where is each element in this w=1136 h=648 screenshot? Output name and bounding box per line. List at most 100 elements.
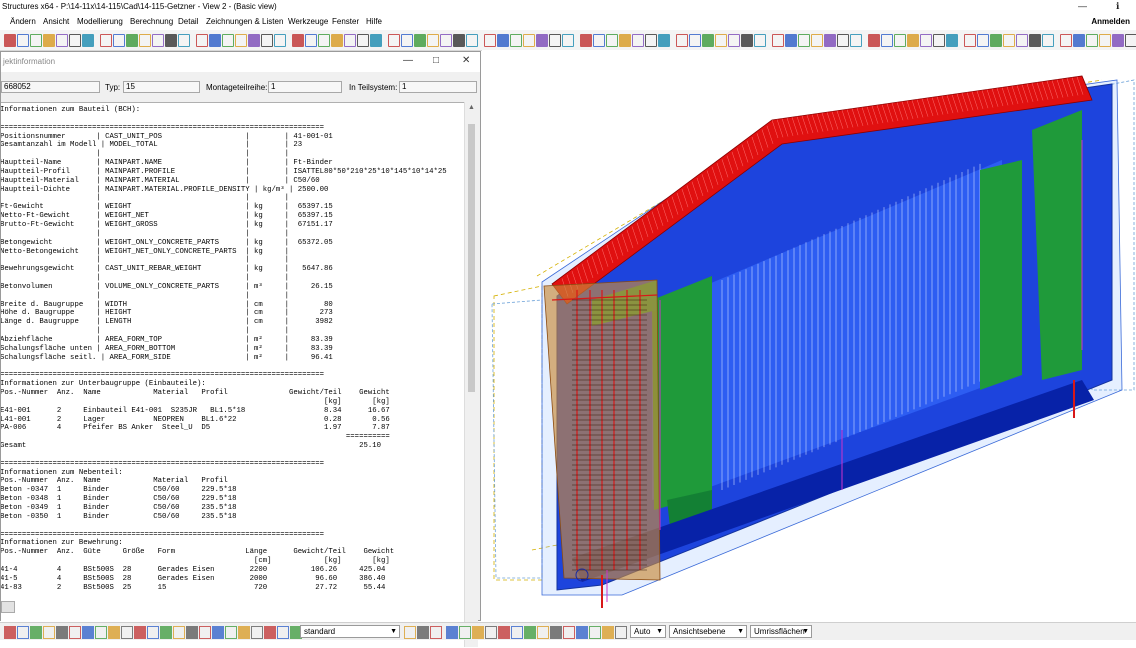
model-view-canvas[interactable]: [482, 50, 1136, 622]
toolbar-tool-icon[interactable]: [741, 34, 753, 47]
toolbar-tool-icon[interactable]: [946, 34, 958, 47]
toolbar-tool-icon[interactable]: [305, 34, 317, 47]
toolbar-tool-icon[interactable]: [1099, 34, 1111, 47]
toolbar-tool-icon[interactable]: [69, 34, 81, 47]
toolbar-tool-icon[interactable]: [1125, 34, 1136, 47]
toolbar-tool-icon[interactable]: [676, 34, 688, 47]
toolbar-tool-icon[interactable]: [536, 34, 548, 47]
status-tool-icon[interactable]: [417, 626, 429, 639]
toolbar-tool-icon[interactable]: [165, 34, 177, 47]
status-tool-icon[interactable]: [472, 626, 484, 639]
status-tool-icon[interactable]: [160, 626, 172, 639]
toolbar-tool-icon[interactable]: [1003, 34, 1015, 47]
menu-ansicht[interactable]: Ansicht: [43, 17, 69, 26]
toolbar-tool-icon[interactable]: [754, 34, 766, 47]
menu-aendern[interactable]: Ändern: [10, 17, 36, 26]
toolbar-tool-icon[interactable]: [43, 34, 55, 47]
status-tool-icon[interactable]: [121, 626, 133, 639]
status-tool-icon[interactable]: [199, 626, 211, 639]
toolbar-tool-icon[interactable]: [401, 34, 413, 47]
toolbar-tool-icon[interactable]: [453, 34, 465, 47]
scroll-thumb[interactable]: [468, 124, 475, 392]
status-tool-icon[interactable]: [4, 626, 16, 639]
signin-link[interactable]: Anmelden: [1091, 17, 1130, 26]
status-tool-icon[interactable]: [212, 626, 224, 639]
toolbar-tool-icon[interactable]: [645, 34, 657, 47]
minimize-icon[interactable]: —: [1078, 1, 1087, 11]
toolbar-tool-icon[interactable]: [344, 34, 356, 47]
toolbar-tool-icon[interactable]: [56, 34, 68, 47]
status-tool-icon[interactable]: [17, 626, 29, 639]
typ-field[interactable]: 15: [123, 81, 200, 93]
toolbar-tool-icon[interactable]: [1016, 34, 1028, 47]
toolbar-tool-icon[interactable]: [414, 34, 426, 47]
toolbar-tool-icon[interactable]: [772, 34, 784, 47]
status-tool-icon[interactable]: [404, 626, 416, 639]
status-tool-icon[interactable]: [238, 626, 250, 639]
toolbar-tool-icon[interactable]: [977, 34, 989, 47]
scroll-up-icon[interactable]: ▲: [468, 104, 475, 111]
toolbar-tool-icon[interactable]: [824, 34, 836, 47]
toolbar-tool-icon[interactable]: [606, 34, 618, 47]
toolbar-tool-icon[interactable]: [785, 34, 797, 47]
menu-hilfe[interactable]: Hilfe: [366, 17, 382, 26]
toolbar-tool-icon[interactable]: [440, 34, 452, 47]
status-tool-icon[interactable]: [108, 626, 120, 639]
status-tool-icon[interactable]: [43, 626, 55, 639]
dialog-button[interactable]: [1, 601, 15, 613]
toolbar-tool-icon[interactable]: [261, 34, 273, 47]
status-tool-icon[interactable]: [69, 626, 81, 639]
status-tool-icon[interactable]: [446, 626, 458, 639]
toolbar-tool-icon[interactable]: [126, 34, 138, 47]
status-tool-icon[interactable]: [563, 626, 575, 639]
toolbar-tool-icon[interactable]: [798, 34, 810, 47]
auto-select[interactable]: Auto ▼: [630, 625, 666, 638]
status-tool-icon[interactable]: [30, 626, 42, 639]
status-tool-icon[interactable]: [537, 626, 549, 639]
toolbar-tool-icon[interactable]: [580, 34, 592, 47]
toolbar-tool-icon[interactable]: [139, 34, 151, 47]
status-tool-icon[interactable]: [602, 626, 614, 639]
toolbar-tool-icon[interactable]: [209, 34, 221, 47]
toolbar-tool-icon[interactable]: [894, 34, 906, 47]
toolbar-tool-icon[interactable]: [235, 34, 247, 47]
standard-select[interactable]: standard ▼: [300, 625, 400, 638]
help-icon[interactable]: ℹ: [1116, 1, 1119, 12]
menu-modellierung[interactable]: Modellierung: [77, 17, 123, 26]
toolbar-tool-icon[interactable]: [1042, 34, 1054, 47]
toolbar-tool-icon[interactable]: [868, 34, 880, 47]
dialog-close-icon[interactable]: ✕: [462, 55, 470, 66]
toolbar-tool-icon[interactable]: [1060, 34, 1072, 47]
dialog-minimize-icon[interactable]: —: [403, 55, 413, 66]
toolbar-tool-icon[interactable]: [549, 34, 561, 47]
toolbar-tool-icon[interactable]: [497, 34, 509, 47]
toolbar-tool-icon[interactable]: [196, 34, 208, 47]
montage-field[interactable]: 1: [268, 81, 342, 93]
status-tool-icon[interactable]: [485, 626, 497, 639]
toolbar-tool-icon[interactable]: [811, 34, 823, 47]
toolbar-tool-icon[interactable]: [881, 34, 893, 47]
status-tool-icon[interactable]: [498, 626, 510, 639]
id-field[interactable]: 668052: [1, 81, 100, 93]
toolbar-tool-icon[interactable]: [370, 34, 382, 47]
status-tool-icon[interactable]: [173, 626, 185, 639]
toolbar-tool-icon[interactable]: [1073, 34, 1085, 47]
toolbar-tool-icon[interactable]: [964, 34, 976, 47]
toolbar-tool-icon[interactable]: [715, 34, 727, 47]
menu-werkzeuge[interactable]: Werkzeuge: [288, 17, 328, 26]
toolbar-tool-icon[interactable]: [466, 34, 478, 47]
toolbar-tool-icon[interactable]: [658, 34, 670, 47]
outline-select[interactable]: Umrissflächen ▼: [750, 625, 812, 638]
toolbar-tool-icon[interactable]: [248, 34, 260, 47]
toolbar-tool-icon[interactable]: [100, 34, 112, 47]
status-tool-icon[interactable]: [186, 626, 198, 639]
toolbar-tool-icon[interactable]: [689, 34, 701, 47]
toolbar-tool-icon[interactable]: [1029, 34, 1041, 47]
toolbar-tool-icon[interactable]: [17, 34, 29, 47]
toolbar-tool-icon[interactable]: [113, 34, 125, 47]
toolbar-tool-icon[interactable]: [1112, 34, 1124, 47]
menu-zeichnungen[interactable]: Zeichnungen & Listen: [206, 17, 283, 26]
status-tool-icon[interactable]: [147, 626, 159, 639]
toolbar-tool-icon[interactable]: [30, 34, 42, 47]
toolbar-tool-icon[interactable]: [933, 34, 945, 47]
